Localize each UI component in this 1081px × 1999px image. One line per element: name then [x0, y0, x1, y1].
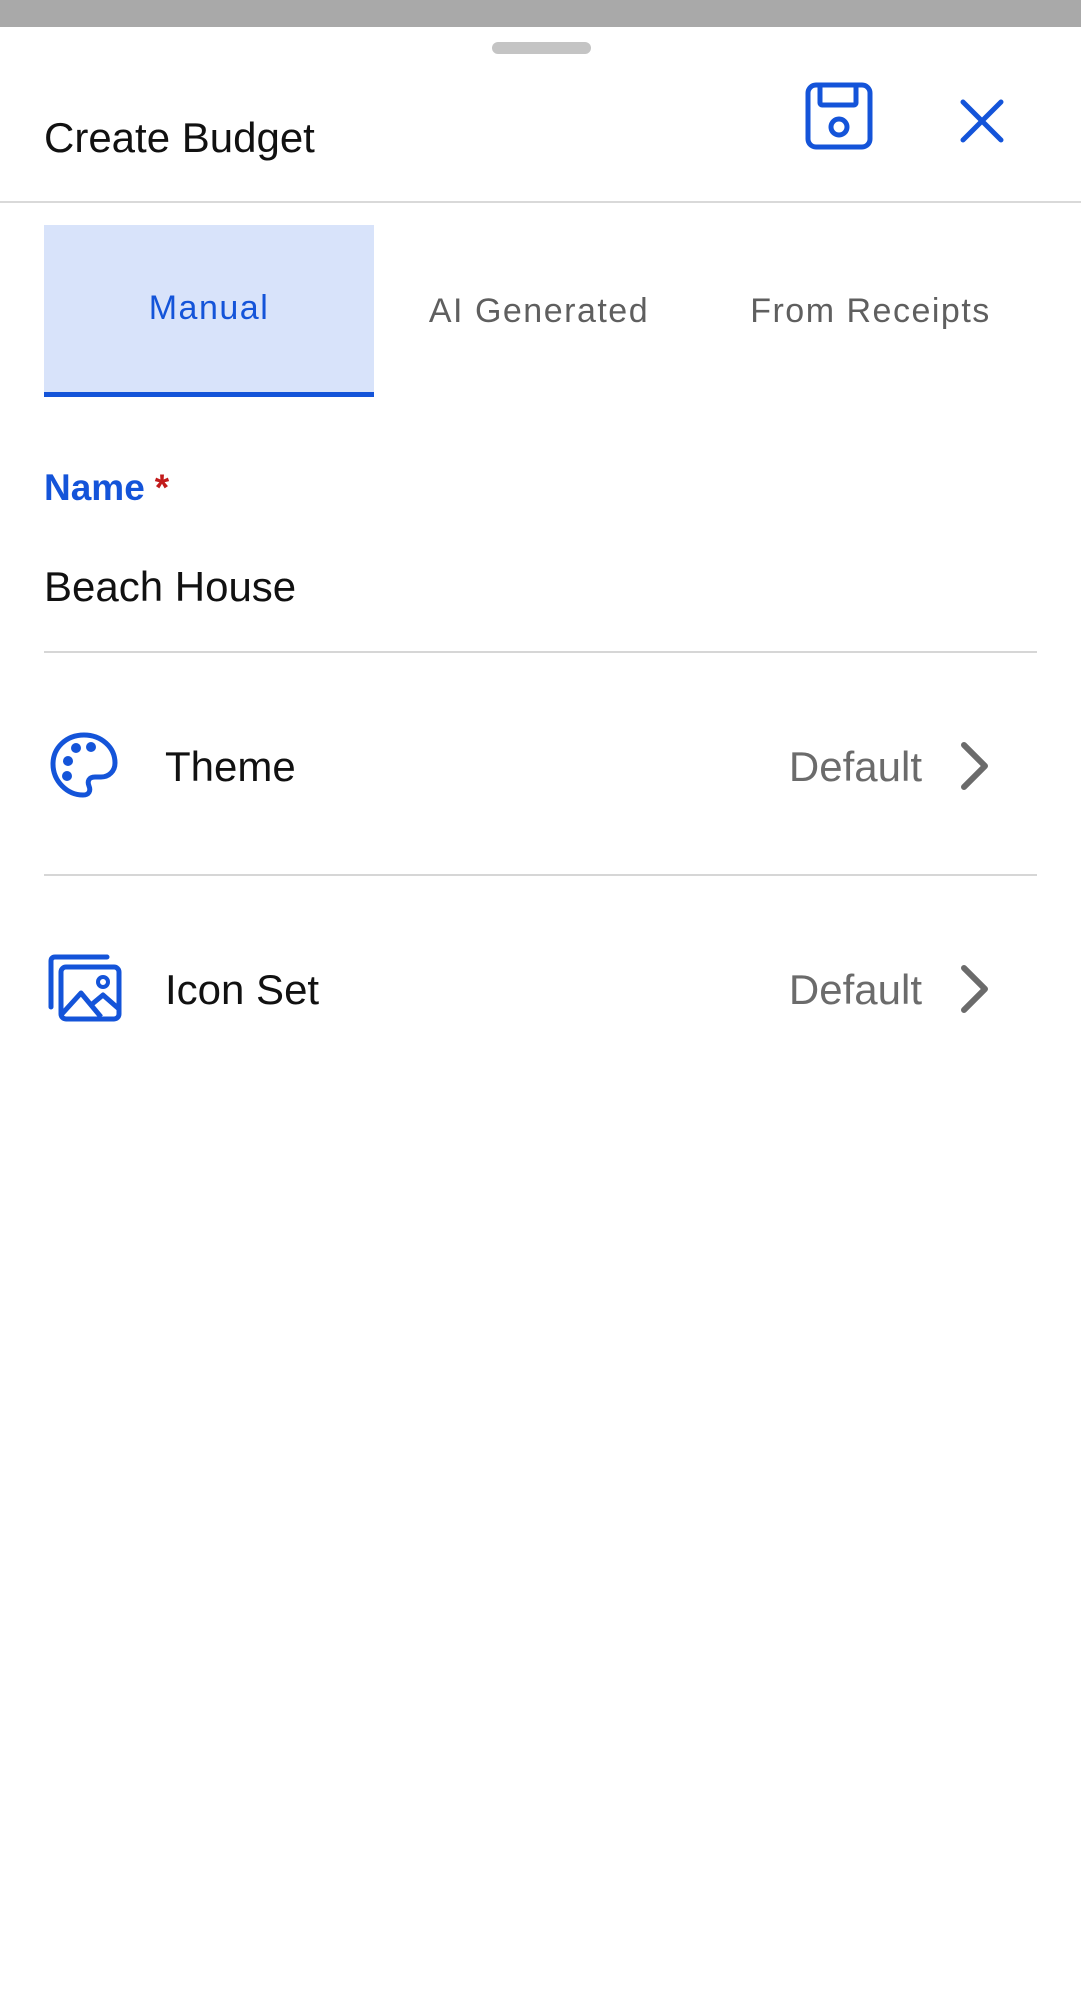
tab-from-receipts[interactable]: From Receipts: [704, 225, 1037, 397]
sheet-header: Create Budget: [0, 27, 1081, 203]
page-title: Create Budget: [44, 114, 315, 161]
icon-set-row[interactable]: Icon Set Default: [44, 933, 1037, 1043]
images-icon: [44, 950, 124, 1026]
icon-set-value: Default: [788, 966, 922, 1013]
icon-set-label: Icon Set: [165, 966, 320, 1013]
bottom-sheet: Create Budget Manual AI Generated From R…: [0, 27, 1081, 1999]
floppy-disk-icon: [805, 82, 873, 150]
name-input[interactable]: [44, 557, 1037, 617]
page: Create Budget Manual AI Generated From R…: [0, 0, 1081, 1999]
close-button[interactable]: [946, 85, 1018, 157]
name-label-text: Name: [44, 467, 145, 508]
theme-value: Default: [788, 743, 922, 790]
save-button[interactable]: [800, 77, 878, 155]
tab-manual[interactable]: Manual: [44, 225, 374, 397]
theme-label: Theme: [165, 743, 296, 790]
source-tabs: Manual AI Generated From Receipts: [44, 225, 1037, 397]
backdrop-strip: [0, 0, 1081, 27]
divider: [44, 874, 1037, 876]
chevron-right-icon: [954, 961, 994, 1017]
palette-icon: [44, 727, 124, 803]
close-x-icon: [960, 99, 1004, 143]
required-marker: *: [154, 467, 170, 508]
theme-row[interactable]: Theme Default: [44, 710, 1037, 820]
tab-ai-generated[interactable]: AI Generated: [374, 225, 704, 397]
chevron-right-icon: [954, 738, 994, 794]
name-field-label: Name *: [44, 469, 169, 506]
divider: [44, 651, 1037, 653]
